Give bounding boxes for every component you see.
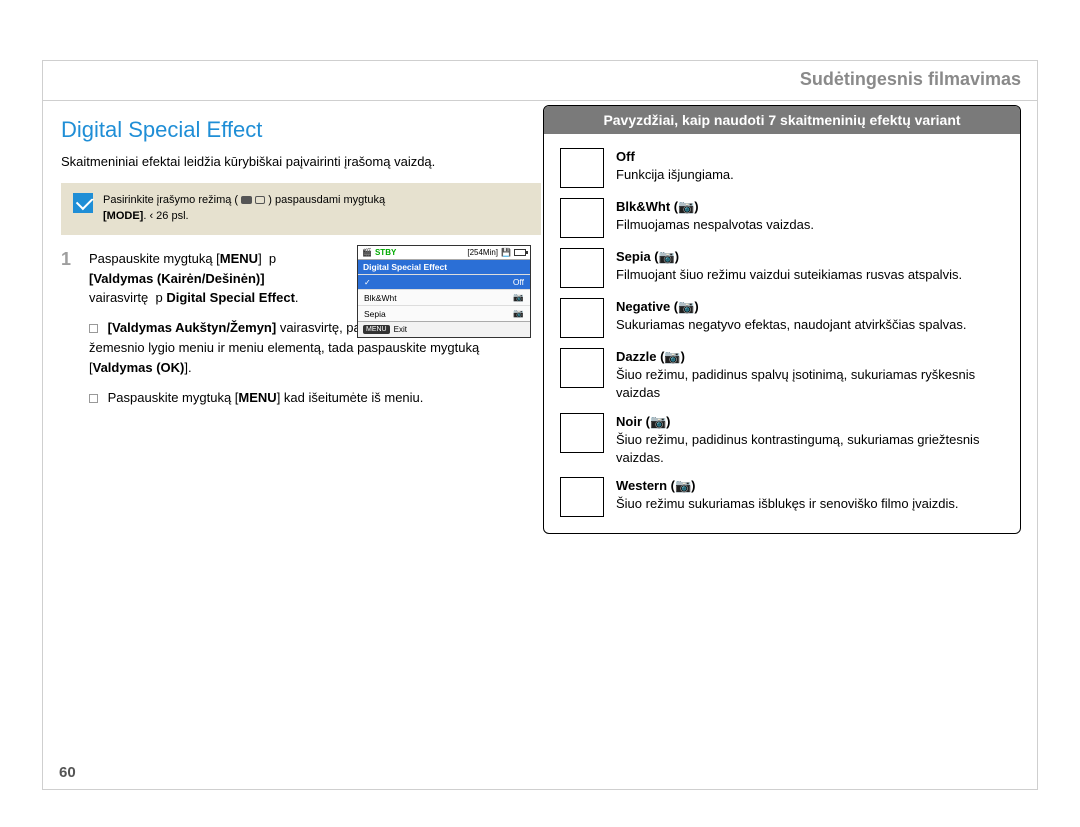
sd-icon: 💾 (501, 248, 511, 257)
eff-desc: Filmuojant šiuo režimu vaizdui suteikiam… (616, 267, 962, 282)
page-content: Digital Special Effect Skaitmeniniai efe… (43, 101, 1037, 117)
photo-icon (255, 196, 265, 204)
s1-line3post: . (295, 290, 299, 305)
effect-bw: Blk&Wht (📷) Filmuojamas nespalvotas vaiz… (560, 198, 1004, 238)
eff-desc: Šiuo režimu, padidinus kontrastingumą, s… (616, 432, 979, 465)
note-pgref: . ‹ 26 psl. (143, 210, 188, 222)
camera-screen: 🎬 STBY [254Min] 💾 Digital Special Effect… (357, 245, 531, 338)
cam-bw-icon: 📷 (513, 292, 524, 303)
s1-line3b: Digital Special Effect (166, 290, 295, 305)
substep-2: Paspauskite mygtuką [MENU] kad išeitumėt… (89, 388, 541, 408)
header-title: Sudėtingesnis filmavimas (800, 69, 1021, 90)
eff-title: Western (📷) (616, 478, 696, 493)
ss1-t2: ]. (184, 360, 191, 375)
step-1: 1 Paspauskite mygtuką [MENU] p [Valdymas… (61, 249, 541, 308)
note-mode: [MODE] (103, 210, 143, 222)
eff-title: Dazzle (📷) (616, 349, 685, 364)
stby-label: STBY (375, 248, 396, 257)
panel-body: Off Funkcija išjungiama. Blk&Wht (📷) Fil… (544, 134, 1020, 533)
cam-opt1-label: Off (513, 277, 524, 287)
eff-title: Sepia (📷) (616, 249, 679, 264)
eff-desc: Sukuriamas negatyvo efektas, naudojant a… (616, 317, 966, 332)
note-text: Pasirinkite įrašymo režimą ( ) paspausda… (103, 193, 385, 225)
eff-desc: Filmuojamas nespalvotas vaizdas. (616, 217, 814, 232)
eff-title: Negative (📷) (616, 299, 699, 314)
cam-exit: Exit (394, 325, 407, 334)
film-icon: 🎬 (362, 248, 372, 257)
cam-opt3-label: Sepia (364, 309, 386, 319)
s1-t1: Paspauskite mygtuką [ (89, 251, 220, 266)
ss1-b1: [Valdymas Aukštyn/Žemyn] (108, 320, 277, 335)
note-pre: Pasirinkite įrašymo režimą ( (103, 194, 238, 206)
effect-thumb (560, 148, 604, 188)
battery-icon (514, 249, 526, 256)
effect-thumb (560, 348, 604, 388)
effect-thumb (560, 198, 604, 238)
eff-desc: Funkcija išjungiama. (616, 167, 734, 182)
effect-noir: Noir (📷) Šiuo režimu, padidinus kontrast… (560, 413, 1004, 468)
effect-sepia: Sepia (📷) Filmuojant šiuo režimu vaizdui… (560, 248, 1004, 288)
cam-option-bw: Blk&Wht 📷 (358, 289, 530, 305)
s1-line3pre: vairasvirtę p (89, 290, 166, 305)
panel-title: Pavyzdžiai, kaip naudoti 7 skaitmeninių … (544, 106, 1020, 134)
effect-thumb (560, 248, 604, 288)
effect-negative: Negative (📷) Sukuriamas negatyvo efektas… (560, 298, 1004, 338)
cam-sepia-icon: 📷 (513, 308, 524, 319)
eff-title: Off (616, 149, 635, 164)
effect-text: Noir (📷) Šiuo režimu, padidinus kontrast… (616, 413, 1004, 468)
effect-text: Negative (📷) Sukuriamas negatyvo efektas… (616, 298, 1004, 338)
effect-text: Sepia (📷) Filmuojant šiuo režimu vaizdui… (616, 248, 1004, 288)
check-icon (73, 193, 93, 213)
ss2-b1: MENU (238, 390, 276, 405)
cam-menu-tag: MENU (363, 325, 390, 334)
note-post: ) paspausdami mygtuką (268, 194, 385, 206)
page-number: 60 (59, 764, 76, 781)
page-header: Sudėtingesnis filmavimas (43, 61, 1037, 101)
cam-option-off: Off (358, 274, 530, 289)
effect-text: Western (📷) Šiuo režimu sukuriamas išblu… (616, 477, 1004, 517)
eff-title: Blk&Wht (📷) (616, 199, 699, 214)
effect-text: Dazzle (📷) Šiuo režimu, padidinus spalvų… (616, 348, 1004, 403)
effect-text: Off Funkcija išjungiama. (616, 148, 1004, 188)
rec-time: [254Min] (467, 248, 498, 257)
effect-off: Off Funkcija išjungiama. (560, 148, 1004, 188)
effect-western: Western (📷) Šiuo režimu sukuriamas išblu… (560, 477, 1004, 517)
s1-t2: MENU (220, 251, 258, 266)
ss2-t1: Paspauskite mygtuką [ (108, 390, 239, 405)
right-column: Pavyzdžiai, kaip naudoti 7 skaitmeninių … (543, 105, 1021, 534)
s1-t3: ] p (258, 251, 276, 266)
s1-line2: [Valdymas (Kairėn/Dešinėn)] (89, 271, 265, 286)
cam-status-bar: 🎬 STBY [254Min] 💾 (358, 246, 530, 260)
effect-thumb (560, 477, 604, 517)
video-icon (241, 196, 252, 204)
section-intro: Skaitmeniniai efektai leidžia kūrybiškai… (61, 153, 541, 171)
eff-desc: Šiuo režimu, padidinus spalvų įsotinimą,… (616, 367, 975, 400)
cam-option-sepia: Sepia 📷 (358, 305, 530, 321)
effect-thumb (560, 413, 604, 453)
bullet-icon (89, 324, 98, 333)
cam-menu-title: Digital Special Effect (358, 260, 530, 274)
eff-title: Noir (📷) (616, 414, 670, 429)
effect-thumb (560, 298, 604, 338)
note-box: Pasirinkite įrašymo režimą ( ) paspausda… (61, 183, 541, 235)
ss2-t2: ] kad išeitumėte iš meniu. (277, 390, 424, 405)
effect-dazzle: Dazzle (📷) Šiuo režimu, padidinus spalvų… (560, 348, 1004, 403)
cam-opt2-label: Blk&Wht (364, 293, 397, 303)
manual-page: Sudėtingesnis filmavimas Digital Special… (42, 60, 1038, 790)
cam-footer: MENU Exit (358, 321, 530, 337)
bullet-icon (89, 394, 98, 403)
section-title: Digital Special Effect (61, 117, 541, 143)
effect-text: Blk&Wht (📷) Filmuojamas nespalvotas vaiz… (616, 198, 1004, 238)
effects-panel: Pavyzdžiai, kaip naudoti 7 skaitmeninių … (543, 105, 1021, 534)
step-number: 1 (61, 249, 79, 308)
left-column: Digital Special Effect Skaitmeniniai efe… (61, 117, 541, 408)
eff-desc: Šiuo režimu sukuriamas išblukęs ir senov… (616, 496, 958, 511)
ss1-b2: Valdymas (OK) (93, 360, 185, 375)
